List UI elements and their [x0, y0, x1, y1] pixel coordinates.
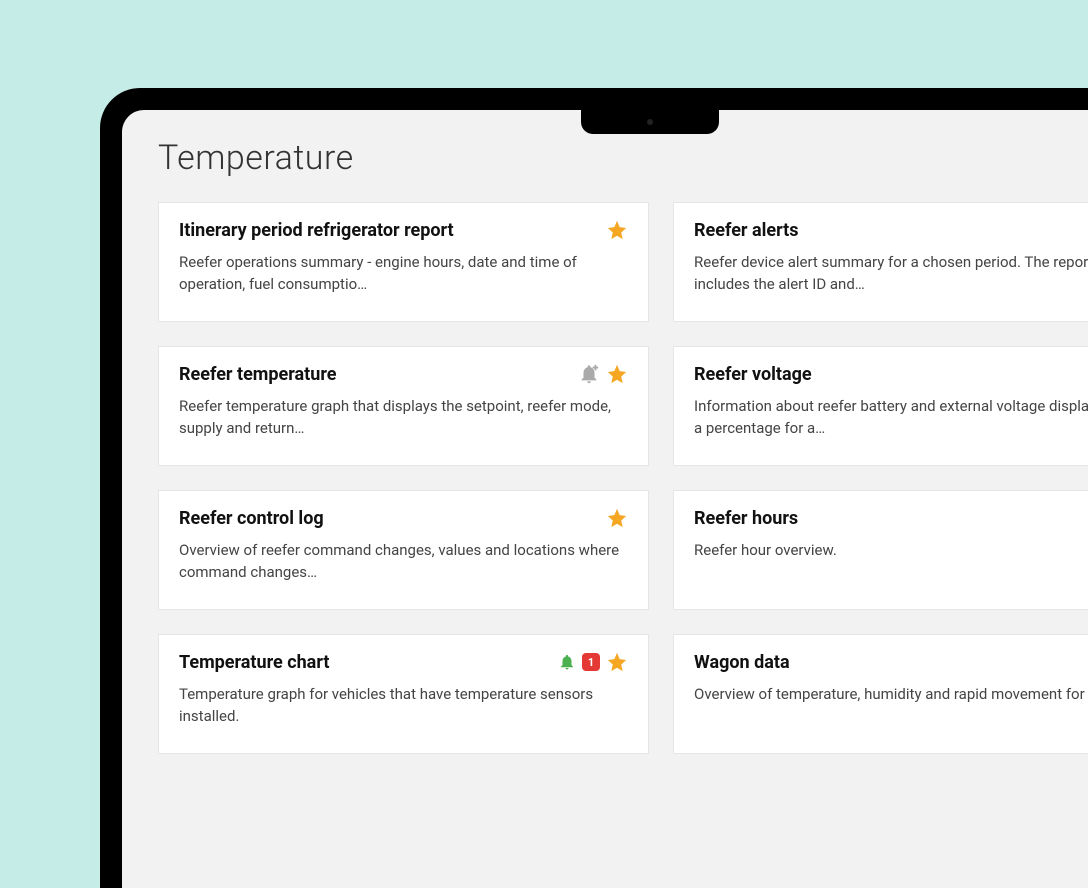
card-description: Overview of reefer command changes, valu…	[179, 540, 628, 584]
card-title: Reefer control log	[179, 507, 606, 530]
camera-dot	[647, 119, 653, 125]
card-description: Overview of temperature, humidity and ra…	[694, 684, 1088, 706]
card-description: Reefer operations summary - engine hours…	[179, 252, 628, 296]
card-description: Information about reefer battery and ext…	[694, 396, 1088, 440]
report-card-reefer-control-log[interactable]: Reefer control log Overview of reefer co…	[158, 490, 649, 610]
report-card-reefer-temperature[interactable]: Reefer temperature Reefer temperature gr…	[158, 346, 649, 466]
report-card-wagon-data[interactable]: Wagon data Overview of temperature, humi…	[673, 634, 1088, 754]
card-description: Temperature graph for vehicles that have…	[179, 684, 628, 728]
star-icon[interactable]	[606, 507, 628, 529]
star-icon[interactable]	[606, 219, 628, 241]
card-description: Reefer temperature graph that displays t…	[179, 396, 628, 440]
report-card-temperature-chart[interactable]: Temperature chart 1 Temperature graph fo…	[158, 634, 649, 754]
report-card-reefer-voltage[interactable]: Reefer voltage Information about reefer …	[673, 346, 1088, 466]
notification-badge[interactable]: 1	[582, 653, 600, 671]
card-title: Temperature chart	[179, 651, 558, 674]
star-icon[interactable]	[606, 651, 628, 673]
card-title: Wagon data	[694, 651, 1088, 674]
report-card-itinerary-period-refrigerator[interactable]: Itinerary period refrigerator report Ree…	[158, 202, 649, 322]
card-description: Reefer device alert summary for a chosen…	[694, 252, 1088, 296]
bell-icon[interactable]	[558, 653, 576, 671]
card-title: Reefer alerts	[694, 219, 1088, 242]
card-grid: Itinerary period refrigerator report Ree…	[158, 202, 1088, 754]
page-title: Temperature	[158, 138, 1088, 178]
card-title: Reefer voltage	[694, 363, 1088, 386]
report-card-reefer-alerts[interactable]: Reefer alerts Reefer device alert summar…	[673, 202, 1088, 322]
card-description: Reefer hour overview.	[694, 540, 1088, 562]
report-card-reefer-hours[interactable]: Reefer hours Reefer hour overview.	[673, 490, 1088, 610]
app-screen: Temperature Itinerary period refrigerato…	[122, 110, 1088, 888]
laptop-frame: Temperature Itinerary period refrigerato…	[100, 88, 1088, 888]
card-title: Reefer hours	[694, 507, 1088, 530]
laptop-notch	[581, 110, 719, 134]
card-title: Itinerary period refrigerator report	[179, 219, 606, 242]
bell-add-icon[interactable]	[578, 363, 600, 385]
star-icon[interactable]	[606, 363, 628, 385]
card-title: Reefer temperature	[179, 363, 578, 386]
